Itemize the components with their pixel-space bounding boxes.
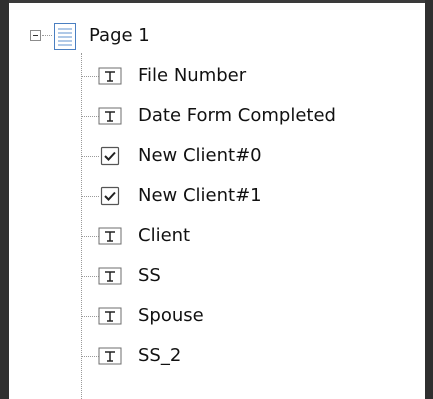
- page-icon: [54, 23, 76, 50]
- text-field-icon: [98, 304, 122, 328]
- tree-item[interactable]: File Number: [9, 61, 409, 91]
- text-field-icon: [98, 64, 122, 88]
- panel-right-border: [425, 0, 433, 399]
- text-field-icon: [98, 264, 122, 288]
- checkbox-icon: [98, 144, 122, 168]
- tree-item[interactable]: New Client#0: [9, 141, 409, 171]
- tree-item[interactable]: Date Form Completed: [9, 101, 409, 131]
- tree-item-label: New Client#0: [138, 145, 262, 166]
- text-field-icon: [98, 104, 122, 128]
- tree-item[interactable]: Spouse: [9, 301, 409, 331]
- tree-item-label: File Number: [138, 65, 247, 86]
- panel-left-border: [0, 0, 9, 399]
- text-field-icon: [98, 224, 122, 248]
- tree-item-label: Client: [138, 225, 191, 246]
- tree-item[interactable]: New Client#1: [9, 181, 409, 211]
- tree-item[interactable]: Client: [9, 221, 409, 251]
- fields-tree: Page 1 File Number Date Form Completed New…: [9, 3, 425, 399]
- tree-item-label: SS_2: [138, 345, 182, 366]
- tree-item-label: Date Form Completed: [138, 105, 336, 126]
- tree-connector: [42, 35, 52, 36]
- tree-item-label: SS: [138, 265, 161, 286]
- tree-item-label: Spouse: [138, 305, 204, 326]
- checkbox-icon: [98, 184, 122, 208]
- collapse-icon[interactable]: [30, 30, 41, 41]
- form-fields-panel: Page 1 File Number Date Form Completed New…: [0, 0, 433, 399]
- tree-item[interactable]: SS_2: [9, 341, 409, 371]
- text-field-icon: [98, 344, 122, 368]
- tree-item[interactable]: SS: [9, 261, 409, 291]
- tree-node-page[interactable]: Page 1: [9, 20, 409, 54]
- tree-item-label: New Client#1: [138, 185, 262, 206]
- tree-node-label: Page 1: [89, 25, 150, 46]
